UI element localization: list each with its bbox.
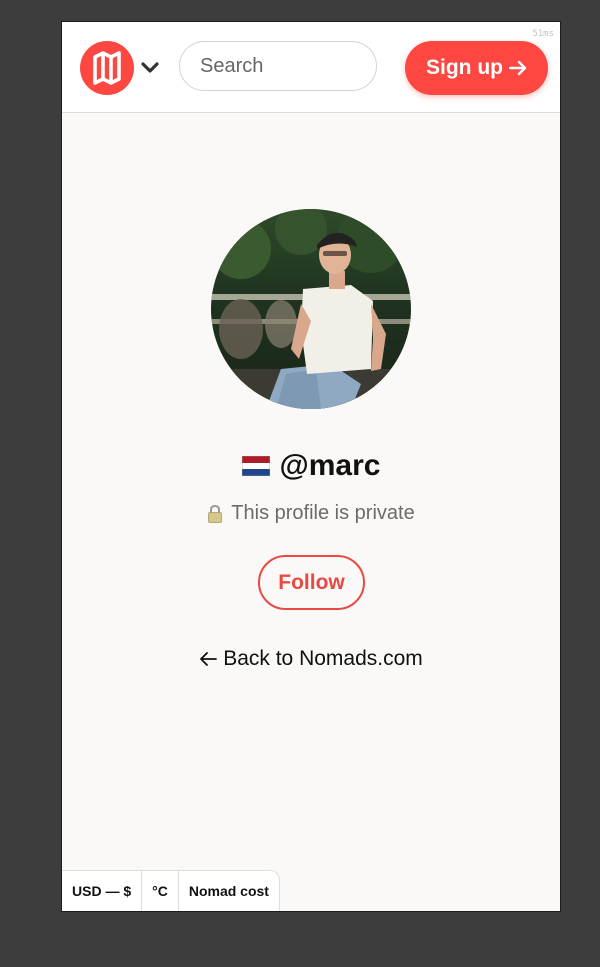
nomad-cost-button[interactable]: Nomad cost xyxy=(179,871,279,911)
top-navbar: 51ms Sign up xyxy=(62,22,560,113)
profile-photo xyxy=(211,209,411,409)
back-link-label: Back to Nomads.com xyxy=(223,647,423,670)
arrow-right-icon xyxy=(509,60,527,76)
netherlands-flag-icon xyxy=(241,456,270,476)
arrow-left-icon xyxy=(200,652,218,666)
sign-up-button[interactable]: Sign up xyxy=(405,41,548,95)
search-input[interactable] xyxy=(179,41,377,91)
privacy-notice: This profile is private xyxy=(62,502,560,525)
avatar xyxy=(211,209,411,409)
username: @marc xyxy=(279,449,381,482)
map-logo-icon xyxy=(93,51,121,85)
currency-selector[interactable]: USD — $ xyxy=(62,871,143,911)
render-timing: 51ms xyxy=(532,29,554,39)
settings-footer-bar: USD — $ °C Nomad cost xyxy=(62,870,280,911)
sign-up-label: Sign up xyxy=(426,56,503,79)
private-profile-text: This profile is private xyxy=(231,502,415,524)
nomads-logo-button[interactable] xyxy=(80,41,134,95)
back-to-home-link[interactable]: Back to Nomads.com xyxy=(62,647,560,671)
app-frame: 51ms Sign up xyxy=(61,21,561,912)
follow-button[interactable]: Follow xyxy=(258,555,365,610)
username-row: @marc xyxy=(62,449,560,483)
lock-icon xyxy=(208,504,223,523)
menu-dropdown-toggle[interactable] xyxy=(140,60,160,76)
temperature-unit-toggle[interactable]: °C xyxy=(142,871,179,911)
chevron-down-icon xyxy=(141,62,159,73)
